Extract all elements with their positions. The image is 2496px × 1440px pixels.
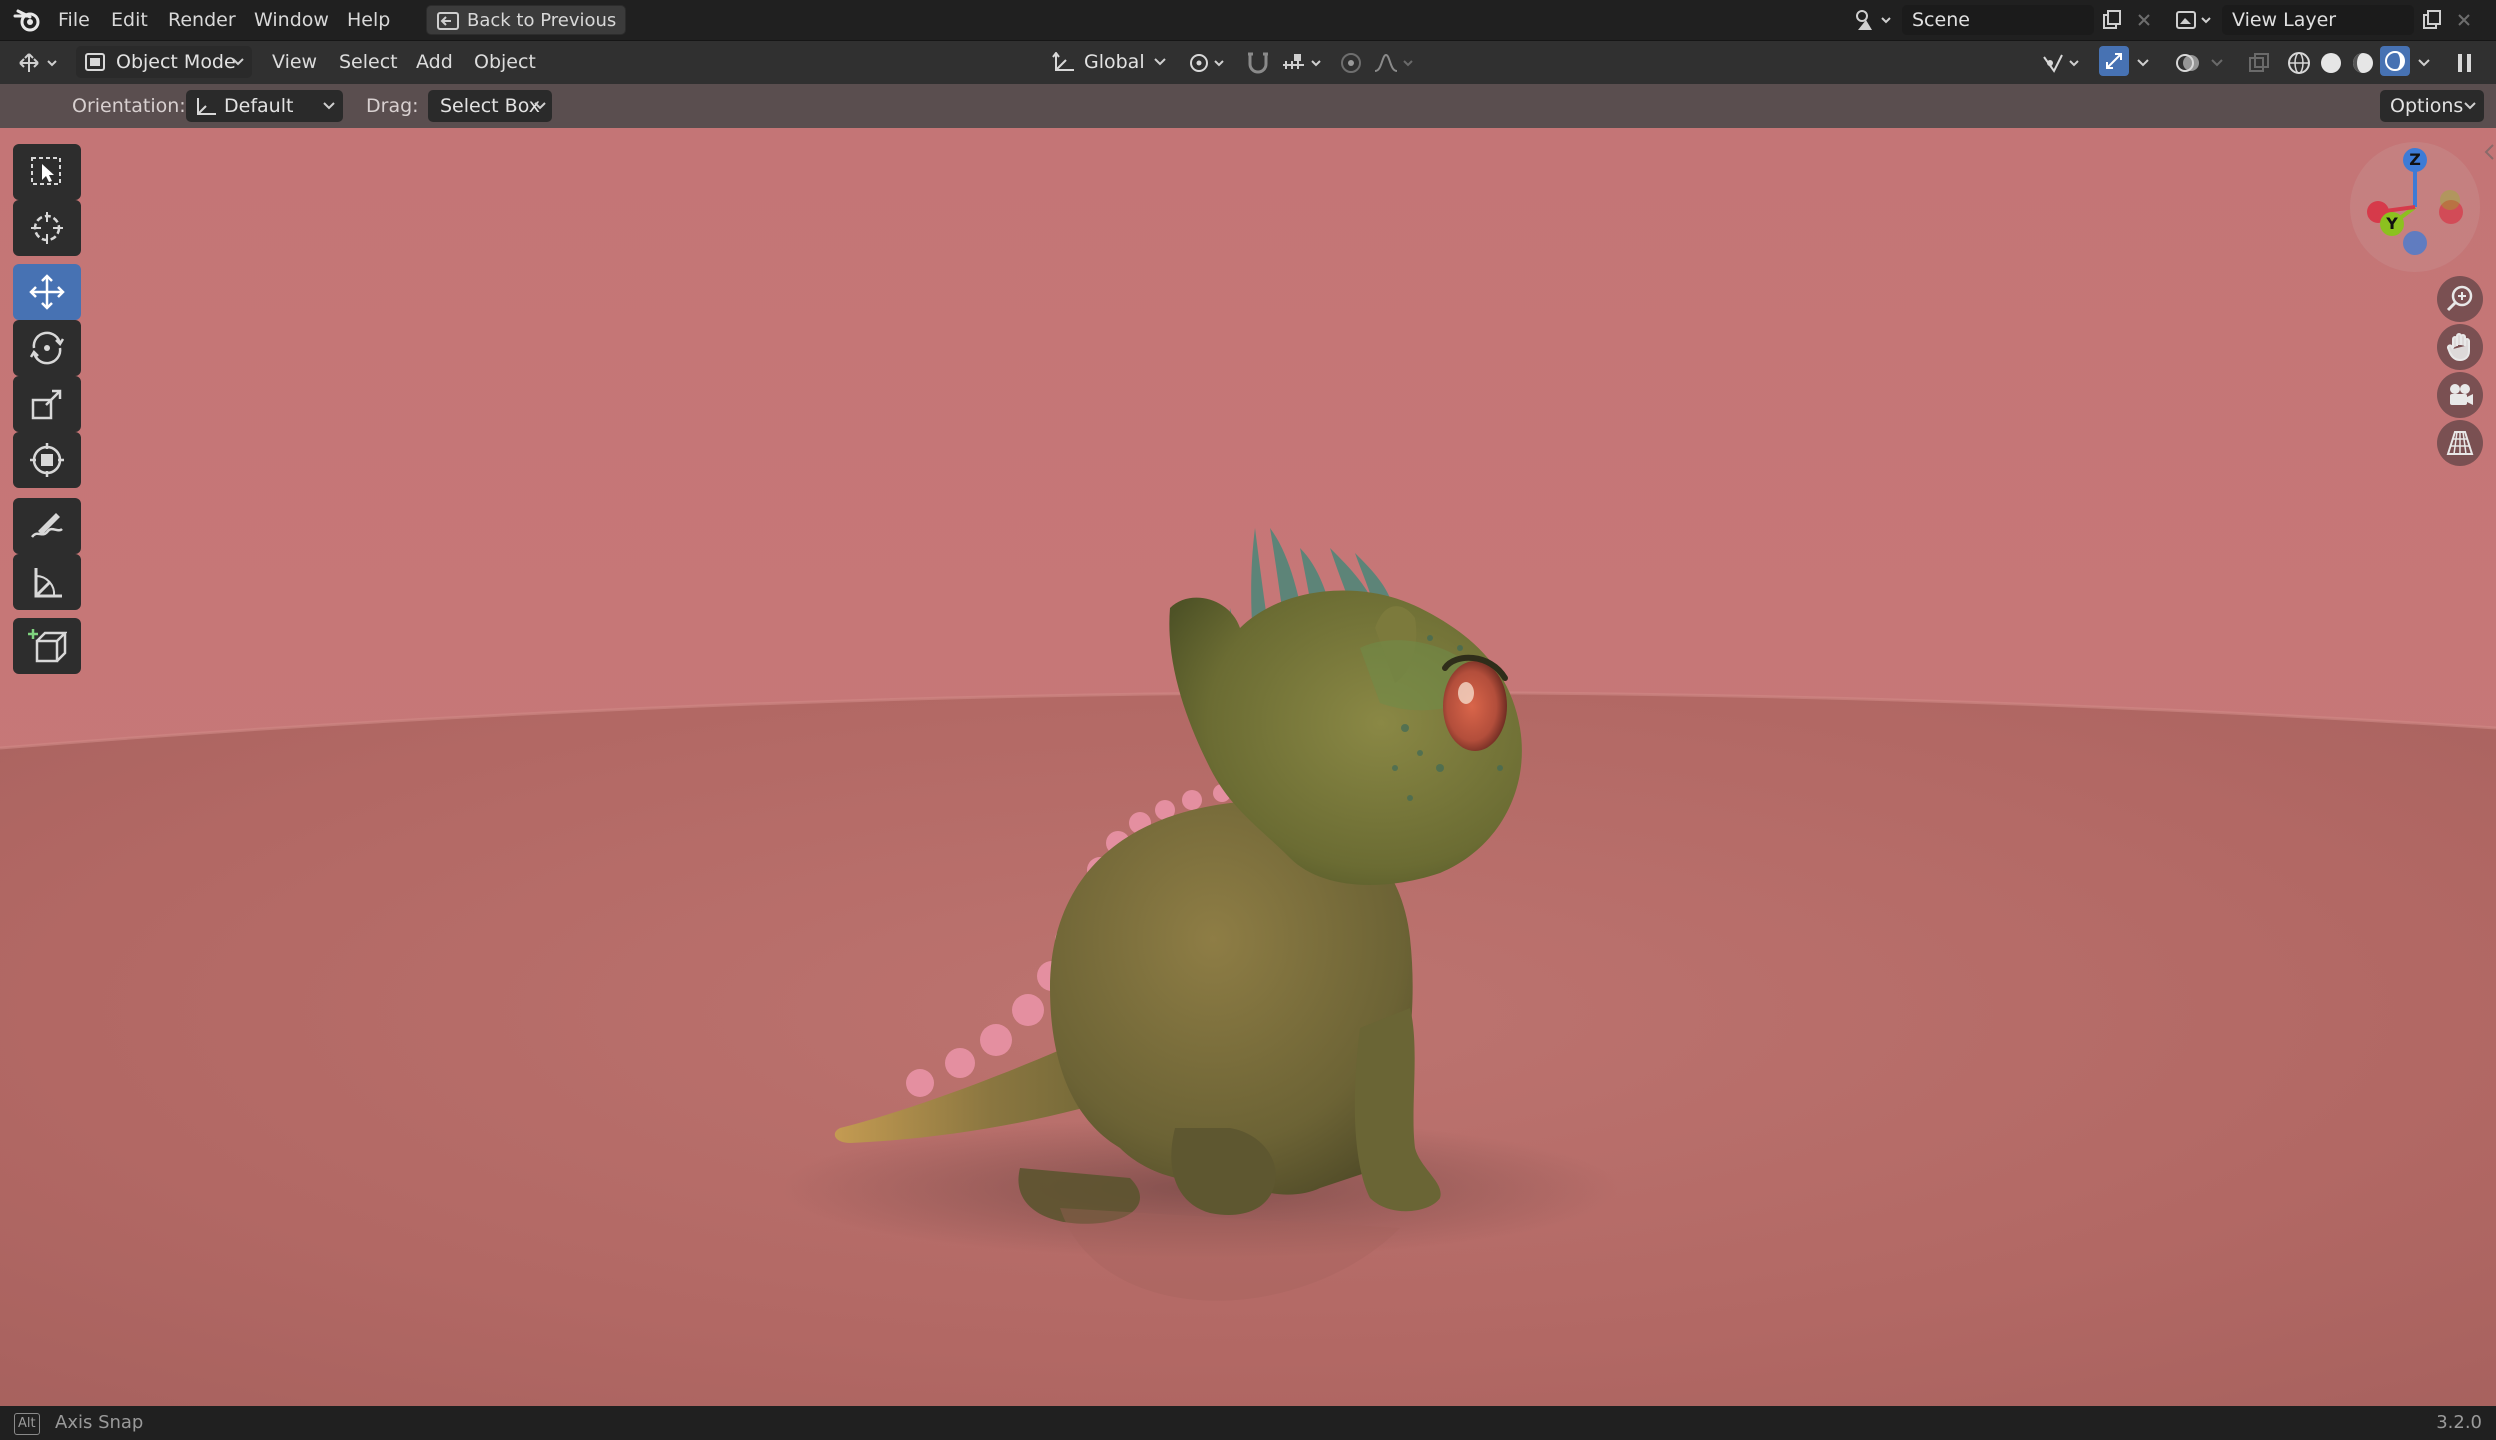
sidebar-toggle-icon[interactable] — [2482, 142, 2496, 162]
tool-scale[interactable] — [13, 376, 81, 432]
overlays-icon[interactable] — [2170, 47, 2206, 79]
tool-measure[interactable] — [13, 554, 81, 610]
drag-dropdown[interactable]: Select Box — [428, 90, 552, 122]
chevron-down-icon[interactable] — [2131, 47, 2155, 79]
remove-scene-icon[interactable] — [2130, 5, 2158, 35]
status-hint: Axis Snap — [55, 1412, 144, 1433]
orientation-value: Default — [224, 95, 294, 117]
pause-icon[interactable] — [2450, 47, 2480, 79]
menu-view[interactable]: View — [272, 47, 317, 77]
cursor-icon — [31, 212, 63, 244]
rendered-scene — [0, 128, 2496, 1406]
status-bar: Alt Axis Snap 3.2.0 — [0, 1406, 2496, 1440]
toggle-perspective-button[interactable] — [2437, 420, 2483, 466]
camera-view-button[interactable] — [2437, 372, 2483, 418]
new-scene-icon[interactable] — [2097, 5, 2127, 35]
material-preview-shading-icon[interactable] — [2348, 47, 2378, 79]
chevron-down-icon[interactable] — [2412, 47, 2436, 79]
transform-orientation-dropdown[interactable]: Global — [1044, 46, 1172, 78]
top-menu-bar: File Edit Render Window Help Back to Pre… — [0, 0, 2496, 41]
zoom-icon — [2446, 285, 2473, 312]
new-view-layer-icon[interactable] — [2417, 5, 2447, 35]
orientation-dropdown[interactable]: Default — [186, 90, 343, 122]
chevron-down-icon — [2464, 102, 2476, 110]
tool-cursor[interactable] — [13, 200, 81, 256]
tool-select-box[interactable] — [13, 144, 81, 200]
gizmo-y-axis[interactable]: Y — [2380, 212, 2404, 236]
drag-label: Drag: — [366, 95, 419, 117]
alt-key-icon: Alt — [14, 1413, 40, 1435]
wireframe-shading-icon[interactable] — [2284, 47, 2314, 79]
remove-view-layer-icon[interactable] — [2450, 5, 2478, 35]
scale-icon — [31, 389, 62, 420]
back-icon — [437, 12, 459, 30]
3d-viewport[interactable]: Z Y — [0, 128, 2496, 1406]
proportional-editing-icon[interactable] — [1336, 47, 1366, 79]
camera-icon — [2450, 384, 2473, 405]
chevron-down-icon — [323, 102, 335, 110]
hand-icon — [2446, 333, 2470, 362]
measure-icon — [34, 568, 62, 598]
pivot-point-icon[interactable] — [1184, 47, 1230, 79]
scene-name-field[interactable]: Scene — [1902, 5, 2094, 35]
menu-window[interactable]: Window — [254, 0, 329, 40]
orientation-icon — [194, 96, 218, 118]
rendered-shading-icon[interactable] — [2380, 46, 2410, 76]
menu-render[interactable]: Render — [168, 0, 236, 40]
scene-browse-icon[interactable] — [1850, 4, 1898, 36]
snap-icon[interactable] — [1240, 47, 1276, 79]
object-mode-label: Object Mode — [116, 51, 236, 73]
pan-view-button[interactable] — [2437, 324, 2483, 370]
version-label: 3.2.0 — [2436, 1412, 2482, 1433]
tool-annotate[interactable] — [13, 498, 81, 554]
solid-shading-icon[interactable] — [2316, 47, 2346, 79]
chevron-down-icon[interactable] — [2206, 47, 2228, 79]
move-icon — [29, 274, 65, 310]
object-mode-icon — [84, 52, 106, 72]
xray-toggle-icon[interactable] — [2244, 47, 2274, 79]
tool-move[interactable] — [13, 264, 81, 320]
tool-transform[interactable] — [13, 432, 81, 488]
annotate-icon — [31, 513, 63, 538]
blender-logo-icon[interactable] — [10, 4, 46, 36]
menu-edit[interactable]: Edit — [111, 0, 148, 40]
orientation-label: Orientation: — [72, 95, 186, 117]
editor-type-icon[interactable] — [12, 47, 66, 79]
menu-file[interactable]: File — [58, 0, 90, 40]
falloff-icon[interactable] — [1370, 47, 1418, 79]
snap-target-icon[interactable] — [1278, 47, 1326, 79]
tool-add-cube[interactable] — [13, 618, 81, 674]
rotate-icon — [29, 331, 65, 365]
gizmo-toggle-icon[interactable] — [2099, 46, 2129, 76]
menu-select[interactable]: Select — [339, 47, 398, 77]
view-layer-browse-icon[interactable] — [2170, 4, 2218, 36]
chevron-down-icon — [232, 58, 244, 66]
menu-help[interactable]: Help — [347, 0, 390, 40]
transform-icon — [30, 443, 64, 477]
back-to-previous-button[interactable]: Back to Previous — [426, 5, 626, 35]
grid-perspective-icon — [2446, 431, 2474, 455]
viewport-header: Object Mode View Select Add Object Globa… — [0, 41, 2496, 84]
add-cube-icon — [28, 629, 67, 663]
transform-orientation-icon — [1052, 52, 1076, 74]
drag-value: Select Box — [440, 95, 540, 117]
back-to-previous-label: Back to Previous — [467, 10, 617, 31]
options-label: Options — [2390, 95, 2464, 117]
select-box-icon — [31, 157, 61, 185]
chevron-down-icon — [534, 102, 546, 110]
transform-orientation-label: Global — [1084, 51, 1145, 73]
view-layer-name-field[interactable]: View Layer — [2222, 5, 2414, 35]
menu-object[interactable]: Object — [474, 47, 536, 77]
tool-settings-bar: Orientation: Default Drag: Select Box Op… — [0, 84, 2496, 128]
navigation-gizmo[interactable]: Z Y — [2350, 142, 2480, 272]
chevron-down-icon — [1154, 58, 1166, 66]
options-dropdown[interactable]: Options — [2380, 90, 2484, 122]
selectability-visibility-icon[interactable] — [2036, 47, 2088, 79]
object-mode-dropdown[interactable]: Object Mode — [76, 46, 252, 78]
menu-add[interactable]: Add — [416, 47, 453, 77]
tool-rotate[interactable] — [13, 320, 81, 376]
gizmo-z-axis[interactable]: Z — [2403, 148, 2427, 172]
zoom-view-button[interactable] — [2437, 276, 2483, 322]
